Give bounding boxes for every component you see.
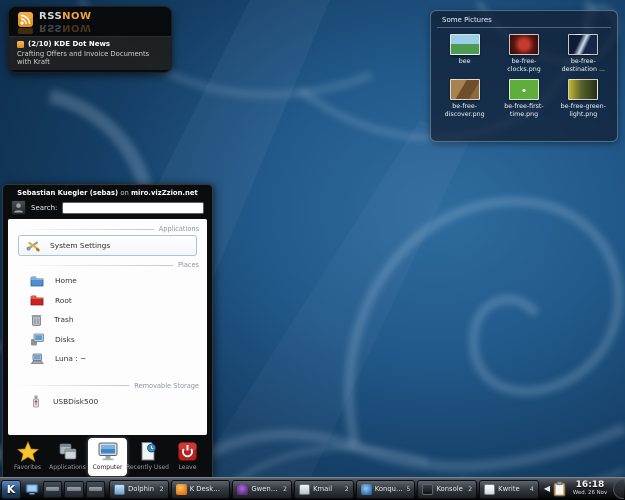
device-notifier-icon xyxy=(25,483,39,496)
picture-item[interactable]: be-free-green-light.png xyxy=(554,79,613,119)
image-thumbnail xyxy=(568,34,598,55)
digital-clock[interactable]: 16:18 Wed. 26 Nov xyxy=(569,481,611,496)
kickoff-tab-applications[interactable]: Applications xyxy=(48,438,87,476)
laptop-icon xyxy=(30,353,44,365)
rss-headline: (2/10) KDE Dot News xyxy=(28,40,110,48)
pictures-widget-title: Some Pictures xyxy=(431,11,617,27)
task-kwrite[interactable]: Kwrite 4 xyxy=(479,480,539,499)
klipper-clipboard-icon[interactable] xyxy=(553,481,566,497)
section-header-places: Places xyxy=(16,261,199,269)
kickoff-menu: Sebastian Kuegler (sebas) on miro.vizZzi… xyxy=(2,184,213,478)
trash-icon xyxy=(30,313,43,326)
place-item-disks[interactable]: Disks xyxy=(16,330,199,350)
section-header-applications: Applications xyxy=(16,225,199,233)
section-header-removable-storage: Removable Storage xyxy=(16,382,199,390)
disks-icon xyxy=(30,333,44,346)
search-label: Search: xyxy=(31,204,57,212)
picture-item[interactable]: bee xyxy=(435,34,494,74)
feed-item-icon xyxy=(17,41,24,48)
kickoff-user-line: Sebastian Kuegler (sebas) on miro.vizZzi… xyxy=(3,185,212,197)
rssnow-logo: RSSNOW RSSNOW xyxy=(39,12,92,32)
power-icon xyxy=(177,441,198,462)
task-konsole[interactable]: Konsole 2 xyxy=(417,480,477,499)
picture-item[interactable]: be-free-destination ... xyxy=(554,34,613,74)
user-avatar xyxy=(11,200,26,215)
rss-feed-icon xyxy=(18,12,33,34)
rss-summary: Crafting Offers and Invoice Documents wi… xyxy=(17,50,163,66)
kmenu-button[interactable]: K xyxy=(1,480,21,499)
place-item-usbdisk[interactable]: USBDisk500 xyxy=(16,392,199,412)
tools-icon xyxy=(26,238,41,253)
picture-item[interactable]: be-free-clocks.png xyxy=(494,34,553,74)
image-thumbnail xyxy=(450,79,480,100)
place-item-trash[interactable]: Trash xyxy=(16,310,199,330)
place-item-root[interactable]: Root xyxy=(16,291,199,311)
task-k-desktop[interactable]: K Desktop En... xyxy=(171,480,231,499)
pictures-folder-widget[interactable]: Some Pictures bee be-free-clocks.png be-… xyxy=(430,10,618,142)
picture-item[interactable]: be-free-discover.png xyxy=(435,79,494,119)
systray-collapse-arrow-icon[interactable]: ◀ xyxy=(544,485,550,493)
image-thumbnail xyxy=(509,34,539,55)
task-kmail[interactable]: Kmail 2 xyxy=(294,480,354,499)
rss-news-item[interactable]: (2/10) KDE Dot News Crafting Offers and … xyxy=(9,36,171,70)
kwrite-icon xyxy=(484,484,495,495)
kickoff-tab-leave[interactable]: Leave xyxy=(168,438,207,476)
pager-desktop-2[interactable] xyxy=(64,481,83,498)
task-manager: Dolphin 2 K Desktop En... Gwenview 2 Kma… xyxy=(109,480,539,499)
kmail-icon xyxy=(299,484,310,495)
image-thumbnail xyxy=(568,79,598,100)
konqueror-icon xyxy=(361,484,372,495)
picture-item[interactable]: be-free-first-time.png xyxy=(494,79,553,119)
search-input[interactable] xyxy=(62,202,204,214)
pager-desktop-1[interactable] xyxy=(43,481,62,498)
konsole-icon xyxy=(422,484,433,495)
task-konqueror[interactable]: Konqueror 5 xyxy=(356,480,416,499)
dolphin-icon xyxy=(114,484,125,495)
image-thumbnail xyxy=(509,79,539,100)
star-icon xyxy=(17,441,39,462)
desktop-pager[interactable] xyxy=(43,481,105,498)
kickoff-tab-favorites[interactable]: Favorites xyxy=(8,438,47,476)
computer-icon xyxy=(96,441,120,462)
menu-item-system-settings[interactable]: System Settings xyxy=(18,235,197,256)
place-item-home[interactable]: Home xyxy=(16,271,199,291)
system-tray: ◀ xyxy=(543,481,567,497)
rssnow-widget[interactable]: RSSNOW RSSNOW (2/10) KDE Dot News Crafti… xyxy=(8,6,172,73)
blue-folder-icon xyxy=(30,275,44,287)
panel-cashew-button[interactable] xyxy=(613,479,624,499)
desktop: RSSNOW RSSNOW (2/10) KDE Dot News Crafti… xyxy=(0,0,625,500)
pager-desktop-3[interactable] xyxy=(86,481,105,498)
kickoff-tab-recently-used[interactable]: Recently Used xyxy=(128,438,167,476)
place-item-luna[interactable]: Luna : ~ xyxy=(16,349,199,369)
recently-used-icon xyxy=(137,441,159,462)
task-dolphin[interactable]: Dolphin 2 xyxy=(109,480,169,499)
browser-icon xyxy=(176,484,187,495)
task-gwenview[interactable]: Gwenview 2 xyxy=(232,480,292,499)
image-thumbnail xyxy=(450,34,480,55)
device-notifier-button[interactable] xyxy=(23,480,41,498)
usb-drive-icon xyxy=(30,394,42,408)
gwenview-icon xyxy=(237,484,248,495)
red-folder-icon xyxy=(30,294,44,306)
taskbar-panel: K Dolphin 2 K Desktop En... xyxy=(0,477,625,500)
kickoff-tab-computer[interactable]: Computer xyxy=(88,438,127,476)
applications-icon xyxy=(57,441,79,462)
person-icon xyxy=(13,202,24,213)
